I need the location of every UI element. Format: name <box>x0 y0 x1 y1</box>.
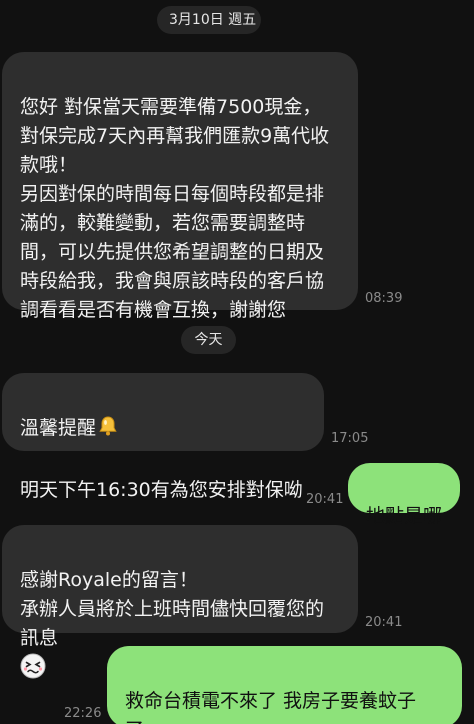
date-divider: 3月10日 週五 <box>157 6 261 34</box>
message-bubble-incoming[interactable]: 感謝Royale的留言！ 承辦人員將於上班時間儘快回覆您的 訊息 <box>2 525 358 679</box>
message-timestamp: 20:41 <box>306 492 344 507</box>
message-bubble-outgoing[interactable]: 地點是哪 <box>348 463 460 527</box>
worried-face-icon <box>20 653 46 688</box>
message-timestamp: 22:26 <box>64 706 102 721</box>
message-timestamp: 17:05 <box>331 431 369 446</box>
message-text: 溫馨提醒 <box>20 417 97 439</box>
message-text: 感謝Royale的留言！ 承辦人員將於上班時間儘快回覆您的 訊息 <box>20 569 325 649</box>
message-text: 您好 對保當天需要準備7500現金， 對保完成7天內再幫我們匯款9萬代收 款哦！… <box>20 96 330 321</box>
message-timestamp: 08:39 <box>365 291 403 306</box>
message-text: 明天下午16:30有為您安排對保呦 <box>20 479 303 501</box>
message-bubble-incoming[interactable]: 您好 對保當天需要準備7500現金， 對保完成7天內再幫我們匯款9萬代收 款哦！… <box>2 52 358 321</box>
message-bubble-incoming[interactable]: 溫馨提醒 明天下午16:30有為您安排對保呦 <box>2 373 324 501</box>
message-text: 救命台積電不來了 我房子要養蚊子 了 <box>125 690 417 724</box>
message-text: 地點是哪 <box>366 505 443 527</box>
message-timestamp: 20:41 <box>365 615 403 630</box>
chat-view: 3月10日 週五 您好 對保當天需要準備7500現金， 對保完成7天內再幫我們匯… <box>0 0 474 724</box>
date-divider: 今天 <box>181 326 236 354</box>
bell-icon <box>96 414 120 447</box>
message-bubble-outgoing[interactable]: 救命台積電不來了 我房子要養蚊子 了 <box>107 646 462 724</box>
